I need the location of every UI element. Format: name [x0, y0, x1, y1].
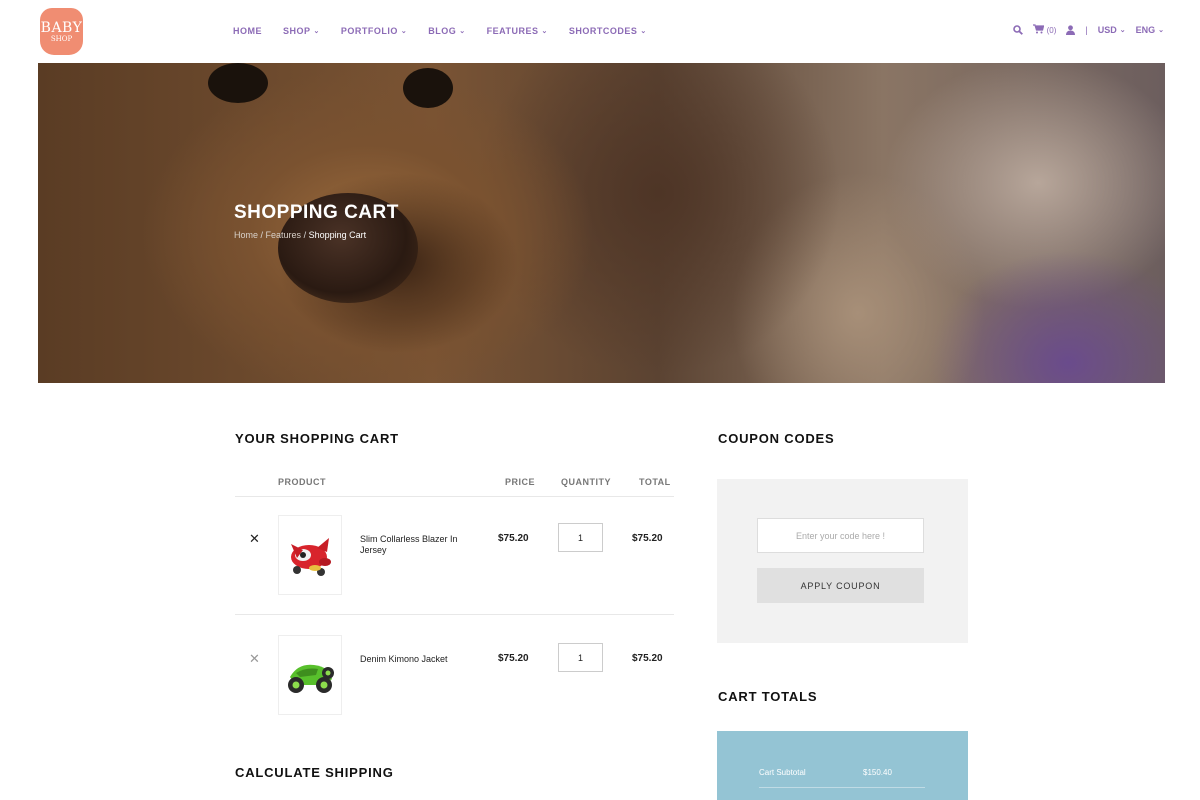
cart-totals-title: CART TOTALS [718, 689, 818, 704]
currency-label: USD [1097, 25, 1117, 35]
column-header-quantity: QUANTITY [561, 477, 611, 487]
product-total: $75.20 [632, 533, 663, 544]
nav-item-portfolio[interactable]: PORTFOLIO ⌄ [341, 26, 407, 36]
coupon-code-input[interactable] [757, 518, 924, 553]
user-icon[interactable] [1066, 25, 1076, 35]
site-header: BABY SHOP HOME SHOP ⌄ PORTFOLIO ⌄ BLOG ⌄ FE… [0, 0, 1200, 63]
header-tools: (0) | USD ⌄ ENG ⌄ [1003, 24, 1164, 36]
product-name[interactable]: Denim Kimono Jacket [360, 654, 460, 665]
breadcrumb-home[interactable]: Home [234, 230, 258, 240]
breadcrumb-separator: / [301, 230, 309, 240]
product-thumbnail[interactable] [278, 635, 342, 715]
page-title: SHOPPING CART [234, 202, 399, 223]
nav-item-blog[interactable]: BLOG ⌄ [428, 26, 465, 36]
column-header-total: TOTAL [639, 477, 671, 487]
language-label: ENG [1135, 25, 1156, 35]
remove-item-button[interactable]: ✕ [249, 531, 260, 547]
table-divider [235, 614, 674, 615]
hero-banner: SHOPPING CART Home / Features / Shopping… [38, 63, 1165, 383]
table-divider [235, 496, 674, 497]
currency-select[interactable]: USD ⌄ [1098, 25, 1126, 35]
product-total: $75.20 [632, 653, 663, 664]
nav-label: HOME [233, 26, 262, 36]
hero-image-detail [208, 63, 268, 103]
quantity-input[interactable] [558, 643, 603, 672]
nav-label: SHORTCODES [568, 26, 638, 36]
column-header-product: PRODUCT [278, 477, 326, 487]
remove-item-button[interactable]: ✕ [249, 651, 260, 667]
breadcrumb: Home / Features / Shopping Cart [234, 230, 366, 240]
hero-image-detail [403, 68, 453, 108]
apply-coupon-button[interactable]: APPLY COUPON [757, 568, 924, 603]
coupon-panel: APPLY COUPON [717, 479, 968, 643]
subtotal-value: $150.40 [863, 768, 892, 777]
chevron-down-icon: ⌄ [313, 28, 320, 35]
cart-button[interactable]: (0) [1032, 24, 1057, 36]
chevron-down-icon: ⌄ [400, 28, 408, 35]
product-price: $75.20 [498, 653, 529, 664]
cart-title: YOUR SHOPPING CART [235, 431, 399, 446]
nav-item-shortcodes[interactable]: SHORTCODES ⌄ [569, 26, 647, 36]
product-price: $75.20 [498, 533, 529, 544]
breadcrumb-current: Shopping Cart [308, 230, 367, 240]
nav-item-home[interactable]: HOME [233, 26, 262, 36]
logo-text-top: BABY [40, 19, 83, 36]
nav-label: PORTFOLIO [340, 26, 398, 36]
coupon-title: COUPON CODES [718, 431, 835, 446]
main-nav: HOME SHOP ⌄ PORTFOLIO ⌄ BLOG ⌄ FEATURES ⌄ SH… [233, 26, 668, 36]
cart-totals-panel: Cart Subtotal $150.40 [717, 731, 968, 800]
totals-divider [759, 787, 925, 788]
chevron-down-icon: ⌄ [1158, 27, 1164, 34]
subtotal-label: Cart Subtotal [759, 768, 806, 777]
header-separator: | [1085, 25, 1088, 35]
breadcrumb-separator: / [258, 230, 266, 240]
nav-label: FEATURES [486, 26, 539, 36]
language-select[interactable]: ENG ⌄ [1136, 25, 1164, 35]
nav-label: SHOP [283, 26, 311, 36]
search-icon[interactable] [1012, 25, 1023, 35]
product-name[interactable]: Slim Collarless Blazer In Jersey [360, 534, 460, 557]
nav-item-shop[interactable]: SHOP ⌄ [283, 26, 320, 36]
cart-count: (0) [1046, 25, 1057, 35]
chevron-down-icon: ⌄ [640, 28, 647, 35]
toy-car-image [288, 664, 334, 693]
nav-label: BLOG [428, 26, 457, 36]
logo[interactable]: BABY SHOP [40, 8, 83, 55]
breadcrumb-features[interactable]: Features [266, 230, 302, 240]
cart-icon [1032, 24, 1044, 36]
shipping-title: CALCULATE SHIPPING [235, 765, 394, 780]
chevron-down-icon: ⌄ [541, 28, 548, 35]
product-thumbnail[interactable] [278, 515, 342, 595]
quantity-input[interactable] [558, 523, 603, 552]
chevron-down-icon: ⌄ [1119, 27, 1126, 34]
logo-text-bottom: SHOP [50, 34, 73, 43]
chevron-down-icon: ⌄ [459, 28, 466, 35]
nav-item-features[interactable]: FEATURES ⌄ [487, 26, 548, 36]
toy-plane-image [291, 538, 331, 576]
column-header-price: PRICE [505, 477, 536, 487]
